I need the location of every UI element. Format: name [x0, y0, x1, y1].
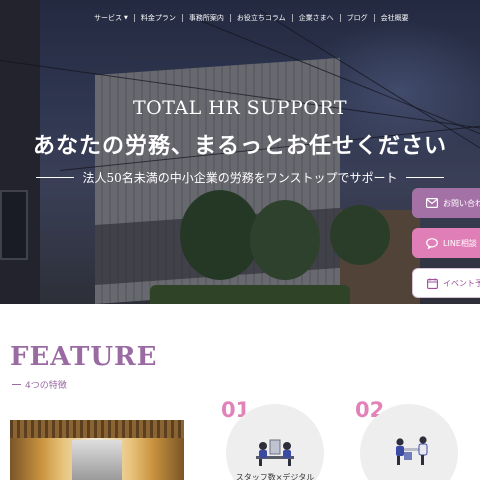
feature-label: スタッフ数×デジタル [235, 473, 315, 480]
nav-item-office[interactable]: 事務所案内 [183, 13, 230, 23]
main-nav: サービス ▼ 料金プラン 事務所案内 お役立ちコラム 企業さまへ ブログ 会社概要 [88, 12, 415, 24]
feature-card[interactable] [360, 404, 458, 480]
office-photo [10, 420, 184, 480]
calendar-icon [427, 277, 438, 289]
consultation-illustration [396, 436, 428, 465]
nav-item-about[interactable]: 会社概要 [375, 13, 415, 23]
hero-title: TOTAL HR SUPPORT [133, 97, 347, 119]
caret-down-icon: ▼ [124, 15, 128, 21]
hero-subheading: 法人50名未満の中小企業の労務をワンストップでサポート [0, 169, 480, 186]
decor-line [405, 177, 444, 178]
nav-item-companies[interactable]: 企業さまへ [293, 13, 340, 23]
nav-item-blog[interactable]: ブログ [341, 13, 374, 23]
hero-section: サービス ▼ 料金プラン 事務所案内 お役立ちコラム 企業さまへ ブログ 会社概要… [0, 0, 480, 304]
chat-bubble-icon [426, 237, 438, 249]
contact-button[interactable]: お問い合わせ [412, 188, 480, 218]
line-consult-button[interactable]: LINE相談 [412, 228, 480, 258]
hero-heading: あなたの労務、まるっとお任せください [32, 133, 447, 159]
staff-desk-illustration [256, 439, 294, 466]
event-booking-button[interactable]: イベント予約 [412, 268, 480, 298]
feature-subtitle: 4つの特徴 [12, 378, 67, 391]
nav-item-column[interactable]: お役立ちコラム [231, 13, 292, 23]
nav-item-pricing[interactable]: 料金プラン [135, 13, 182, 23]
nav-item-service[interactable]: サービス ▼ [88, 13, 134, 23]
feature-card[interactable]: スタッフ数×デジタル [226, 404, 324, 480]
decor-dash [12, 384, 21, 385]
mail-icon [426, 198, 438, 208]
feature-title: FEATURE [10, 342, 158, 372]
decor-line [36, 177, 75, 178]
